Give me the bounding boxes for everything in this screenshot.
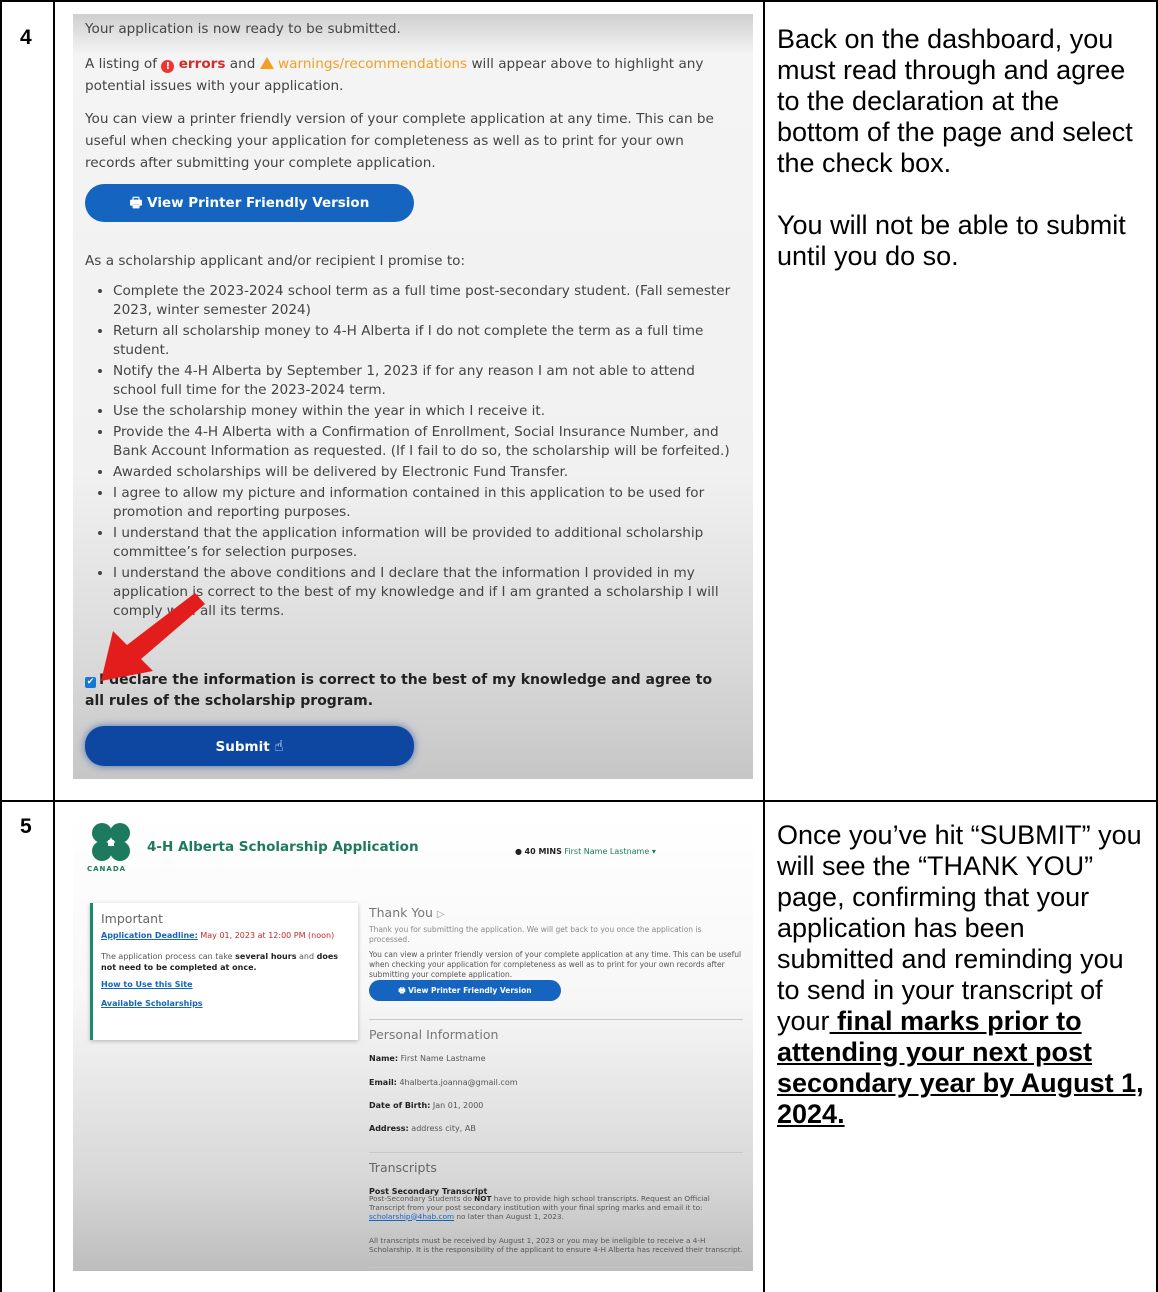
address-value: address city, AB [411, 1124, 476, 1133]
name-label: Name: [369, 1054, 399, 1063]
header-status: ● 40 MINS First Name Lastname ▾ [515, 846, 656, 857]
table-col-divider-1 [53, 0, 55, 1292]
transcripts-heading: Transcripts [369, 1160, 437, 1175]
process-mid: and [299, 952, 315, 961]
important-heading: Important [101, 911, 163, 926]
email-row: Email: 4halberta.joanna@gmail.com [369, 1077, 518, 1088]
description-paragraph: You will not be able to submit until you… [777, 210, 1126, 271]
thank-you-title: Thank You [369, 905, 433, 920]
thank-you-text: Thank you for submitting the application… [369, 925, 702, 944]
list-item: I understand that the application inform… [113, 524, 733, 562]
printer-button-label: View Printer Friendly Version [147, 195, 370, 211]
important-panel: Important Application Deadline: May 01, … [90, 903, 358, 1040]
divider [369, 1267, 743, 1268]
pst-text-1: Post-Secondary Students do [369, 1194, 472, 1203]
list-item: I agree to allow my picture and informat… [113, 484, 733, 522]
table-border-top [0, 0, 1158, 2]
pst-deadline-text: All transcripts must be received by Augu… [369, 1236, 743, 1254]
available-scholarships-link[interactable]: Available Scholarships [101, 998, 203, 1009]
red-arrow-icon [101, 593, 205, 681]
process-note: The application process can take several… [101, 951, 353, 973]
description-paragraph: Back on the dashboard, you must read thr… [777, 24, 1133, 178]
step-description: Once you’ve hit “SUBMIT” you will see th… [777, 820, 1149, 1130]
description-emphasis: final marks prior to attending your next… [777, 1006, 1144, 1129]
clover-logo-icon [92, 823, 130, 861]
printer-icon: 🖶 [398, 986, 406, 995]
list-item: Complete the 2023-2024 school term as a … [113, 282, 733, 320]
printer-text: You can view a printer friendly version … [369, 950, 742, 979]
personal-info-heading: Personal Information [369, 1027, 499, 1042]
warnings-label: warnings/recommendations [278, 56, 468, 72]
list-item: Provide the 4-H Alberta with a Confirmat… [113, 423, 733, 461]
list-item: Notify the 4-H Alberta by September 1, 2… [113, 362, 733, 400]
table-row-divider [0, 800, 1158, 802]
step-description: Back on the dashboard, you must read thr… [777, 24, 1149, 272]
promise-intro: As a scholarship applicant and/or recipi… [85, 253, 466, 269]
promise-list: Complete the 2023-2024 school term as a … [95, 282, 733, 623]
divider [369, 1019, 743, 1020]
email-label: Email: [369, 1078, 397, 1087]
process-bold1: several hours [235, 952, 297, 961]
cursor-icon: ▷ [436, 909, 445, 920]
chevron-down-icon[interactable]: ▾ [652, 847, 656, 856]
list-item: Awarded scholarships will be delivered b… [113, 463, 733, 482]
divider [369, 1152, 743, 1153]
and-word: and [229, 56, 256, 72]
deadline-line: Application Deadline: May 01, 2023 at 12… [101, 930, 356, 941]
dob-row: Date of Birth: Jan 01, 2000 [369, 1100, 483, 1111]
thank-you-heading: Thank You ▷ [369, 905, 445, 922]
table-border-left [0, 0, 2, 1292]
pst-text-3: no later than August 1, 2023. [456, 1211, 564, 1221]
dob-value: Jan 01, 2000 [432, 1101, 484, 1110]
submit-button[interactable]: Submit ☝ [85, 726, 414, 766]
how-to-use-link[interactable]: How to Use this Site [101, 979, 193, 990]
warning-icon [259, 57, 274, 69]
printer-button-label: View Printer Friendly Version [408, 986, 532, 995]
user-menu[interactable]: First Name Lastname [564, 847, 649, 856]
name-value: First Name Lastname [400, 1054, 486, 1063]
email-value: 4halberta.joanna@gmail.com [399, 1078, 518, 1087]
listing-prefix: A listing of [85, 56, 158, 72]
view-printer-friendly-button[interactable]: 🖶 View Printer Friendly Version [369, 980, 561, 1001]
description-text: Once you’ve hit “SUBMIT” you will see th… [777, 820, 1142, 1036]
address-row: Address: address city, AB [369, 1123, 476, 1134]
pst-not: NOT [474, 1194, 492, 1203]
pst-text: Post-Secondary Students do NOT have to p… [369, 1194, 743, 1221]
printer-icon: 🖶 [129, 195, 143, 211]
deadline-value: May 01, 2023 at 12:00 PM (noon) [200, 931, 335, 940]
step-number: 4 [20, 26, 32, 49]
error-icon: ! [161, 60, 175, 73]
table-col-divider-2 [763, 0, 765, 1292]
logo-caption: CANADA [87, 865, 127, 873]
address-label: Address: [369, 1124, 409, 1133]
clock-icon: ● [515, 847, 522, 856]
errors-label: errors [178, 56, 226, 72]
app-title: 4-H Alberta Scholarship Application [147, 839, 419, 855]
pst-email-link[interactable]: scholarship@4hab.com [369, 1212, 454, 1221]
name-row: Name: First Name Lastname [369, 1053, 485, 1064]
list-item: Use the scholarship money within the yea… [113, 402, 733, 421]
process-prefix: The application process can take [101, 952, 233, 961]
view-printer-friendly-button[interactable]: 🖶 View Printer Friendly Version [85, 184, 414, 222]
ready-text: Your application is now ready to be subm… [85, 21, 401, 37]
printer-text: You can view a printer friendly version … [85, 111, 714, 171]
deadline-label[interactable]: Application Deadline: [101, 931, 198, 940]
hand-cursor-icon: ☝ [274, 737, 284, 755]
list-item: Return all scholarship money to 4-H Albe… [113, 322, 733, 360]
step-number: 5 [20, 815, 32, 838]
dob-label: Date of Birth: [369, 1101, 431, 1110]
listing-text: A listing of ! errors and warnings/recom… [85, 53, 735, 97]
dashboard-screenshot: Your application is now ready to be subm… [73, 14, 753, 779]
submit-label: Submit [215, 739, 270, 755]
thank-you-screenshot: CANADA 4-H Alberta Scholarship Applicati… [73, 815, 753, 1271]
timer: 40 MINS [524, 847, 562, 856]
